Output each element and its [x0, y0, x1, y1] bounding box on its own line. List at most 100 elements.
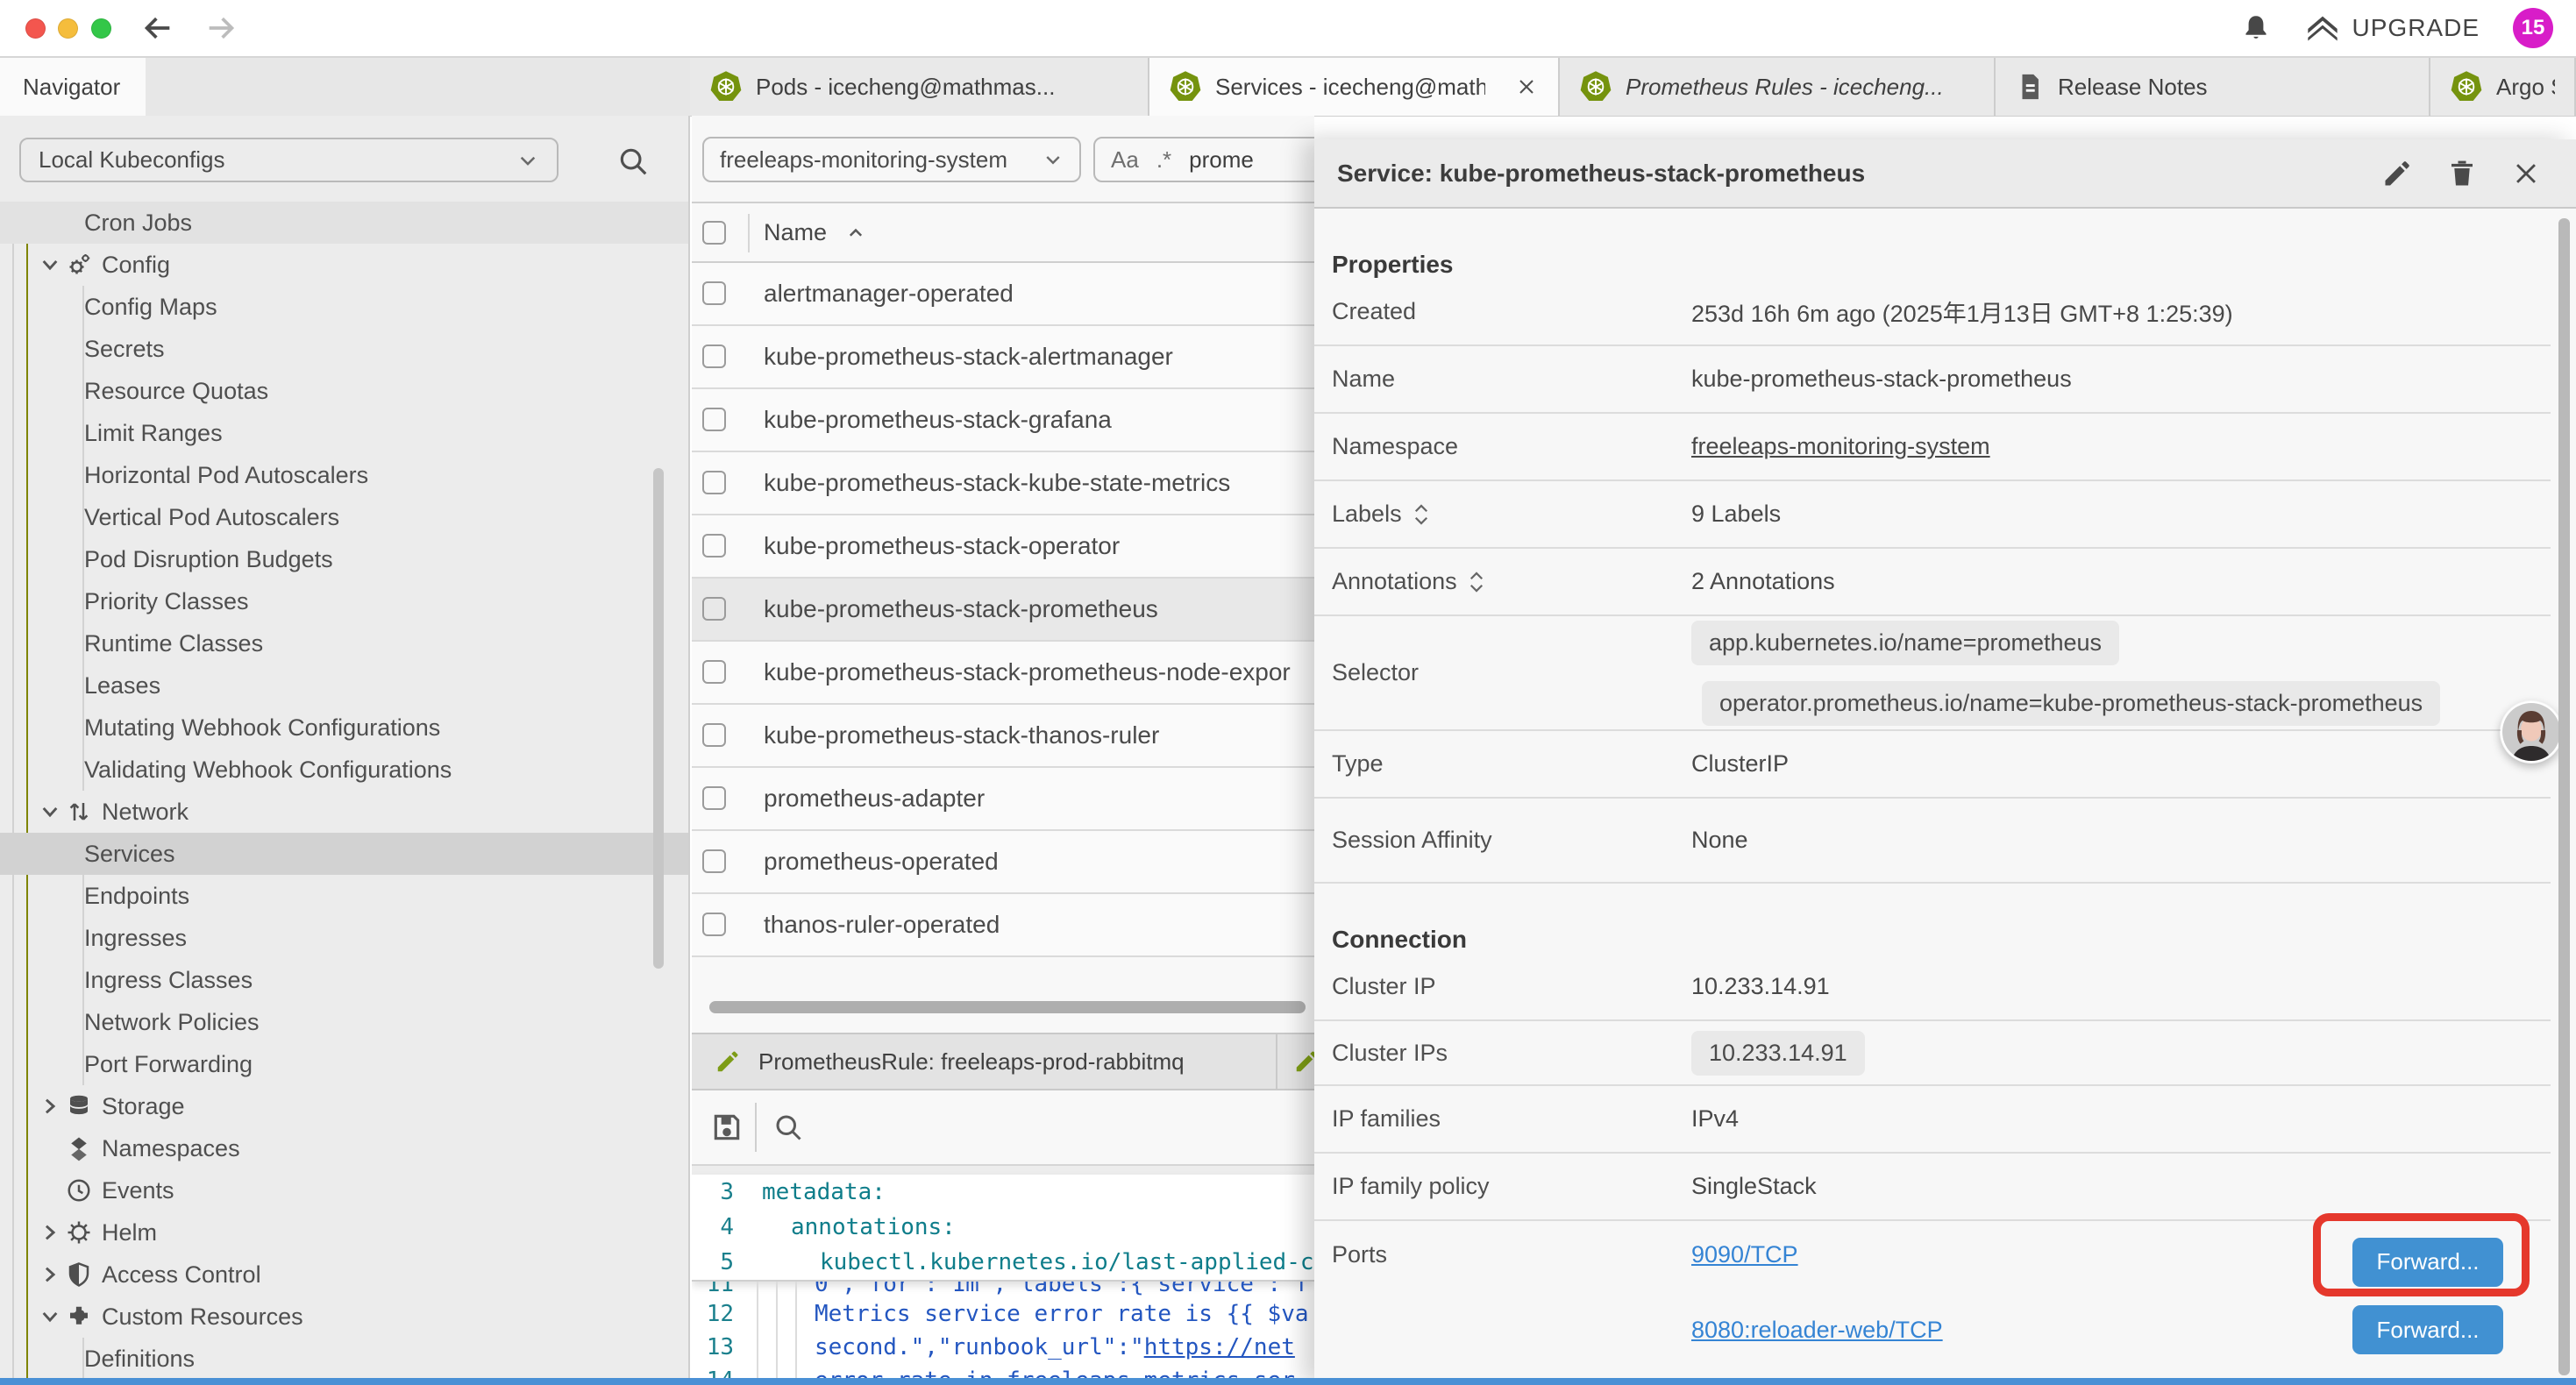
tab-prometheus-rules-icecheng[interactable]: Prometheus Rules - icecheng...	[1560, 58, 1996, 116]
sidebar-item-resource-quotas[interactable]: Resource Quotas	[0, 370, 690, 412]
row-checkbox[interactable]	[702, 660, 726, 684]
chevron-down-icon[interactable]	[39, 800, 61, 823]
column-header-name[interactable]: Name	[764, 219, 827, 246]
table-row[interactable]: kube-prometheus-stack-kube-state-metrics	[692, 452, 1314, 515]
notification-badge[interactable]: 15	[2513, 8, 2553, 48]
table-row[interactable]: kube-prometheus-stack-thanos-ruler	[692, 705, 1314, 768]
sidebar-item-custom-resources[interactable]: Custom Resources	[0, 1296, 690, 1338]
close-icon[interactable]	[1514, 75, 1539, 99]
row-checkbox[interactable]	[702, 786, 726, 810]
regex-toggle[interactable]: .*	[1156, 146, 1171, 174]
sidebar-item-cron-jobs[interactable]: Cron Jobs	[0, 202, 690, 244]
sidebar-item-ingresses[interactable]: Ingresses	[0, 917, 690, 959]
table-row[interactable]: kube-prometheus-stack-alertmanager	[692, 326, 1314, 389]
port-link[interactable]: 8080:reloader-web/TCP	[1691, 1317, 1943, 1344]
port-link[interactable]: 9090/TCP	[1691, 1241, 1798, 1268]
window-minimize-button[interactable]	[58, 18, 78, 39]
row-checkbox[interactable]	[702, 913, 726, 936]
row-checkbox[interactable]	[702, 408, 726, 431]
sidebar-item-access-control[interactable]: Access Control	[0, 1254, 690, 1296]
tab-release-notes[interactable]: Release Notes	[1996, 58, 2430, 116]
select-all-checkbox[interactable]	[702, 221, 726, 245]
sidebar-item-leases[interactable]: Leases	[0, 664, 690, 707]
table-row[interactable]: kube-prometheus-stack-prometheus	[692, 579, 1314, 642]
table-row[interactable]: prometheus-adapter	[692, 768, 1314, 831]
sidebar-item-pod-disruption-budgets[interactable]: Pod Disruption Budgets	[0, 538, 690, 580]
sidebar-item-endpoints[interactable]: Endpoints	[0, 875, 690, 917]
forward-button[interactable]: Forward...	[2352, 1238, 2503, 1287]
resource-search-input[interactable]: Aa .* prome	[1093, 137, 1314, 182]
table-row[interactable]: kube-prometheus-stack-prometheus-node-ex…	[692, 642, 1314, 705]
namespace-selector[interactable]: freeleaps-monitoring-system	[702, 137, 1081, 182]
assistant-avatar[interactable]	[2500, 700, 2563, 764]
save-icon[interactable]	[708, 1108, 746, 1147]
chevron-down-icon[interactable]	[39, 253, 61, 276]
sidebar-item-services[interactable]: Services	[0, 833, 690, 875]
sidebar-item-runtime-classes[interactable]: Runtime Classes	[0, 622, 690, 664]
upgrade-button[interactable]: UPGRADE	[2305, 11, 2480, 46]
chevron-right-icon[interactable]	[39, 1263, 61, 1286]
chevron-right-icon[interactable]	[39, 1221, 61, 1244]
sidebar-item-priority-classes[interactable]: Priority Classes	[0, 580, 690, 622]
row-checkbox[interactable]	[702, 281, 726, 305]
tab-navigator[interactable]: Navigator	[0, 58, 146, 116]
forward-button[interactable]: Forward...	[2352, 1305, 2503, 1354]
row-checkbox[interactable]	[702, 723, 726, 747]
sidebar-search-icon[interactable]	[614, 142, 652, 181]
sidebar-item-events[interactable]: Events	[0, 1169, 690, 1211]
sidebar-item-vertical-pod-autoscalers[interactable]: Vertical Pod Autoscalers	[0, 496, 690, 538]
editor-tab[interactable]: PrometheusRule: freeleaps-prod-rabbitmq	[692, 1034, 1277, 1089]
editor-tab-partial[interactable]	[1279, 1034, 1314, 1089]
tab-argo-se[interactable]: Argo Se	[2430, 58, 2576, 116]
tab-services-icecheng-math[interactable]: Services - icecheng@math...	[1149, 58, 1560, 116]
chevron-updown-icon[interactable]	[1468, 569, 1485, 595]
trash-icon[interactable]	[2446, 158, 2478, 189]
sidebar-item-config-maps[interactable]: Config Maps	[0, 286, 690, 328]
sidebar-item-network-policies[interactable]: Network Policies	[0, 1001, 690, 1043]
sidebar-item-helm[interactable]: Helm	[0, 1211, 690, 1254]
chevron-updown-icon[interactable]	[1413, 501, 1430, 528]
table-row[interactable]: kube-prometheus-stack-grafana	[692, 389, 1314, 452]
table-row[interactable]: kube-prometheus-stack-operator	[692, 515, 1314, 579]
sidebar-item-storage[interactable]: Storage	[0, 1085, 690, 1127]
forward-arrow-icon[interactable]	[203, 11, 238, 46]
chevron-right-icon[interactable]	[39, 1095, 61, 1118]
detail-scrollbar[interactable]	[2558, 218, 2570, 1375]
sidebar-item-ingress-classes[interactable]: Ingress Classes	[0, 959, 690, 1001]
horizontal-scrollbar[interactable]	[709, 1001, 1306, 1013]
edit-pencil-icon[interactable]	[2381, 158, 2413, 189]
sidebar-item-validating-webhook-configurations[interactable]: Validating Webhook Configurations	[0, 749, 690, 791]
row-checkbox[interactable]	[702, 849, 726, 873]
sidebar-item-secrets[interactable]: Secrets	[0, 328, 690, 370]
back-arrow-icon[interactable]	[140, 11, 175, 46]
sidebar-item-port-forwarding[interactable]: Port Forwarding	[0, 1043, 690, 1085]
kubeconfig-selector[interactable]: Local Kubeconfigs	[19, 138, 559, 182]
namespace-link[interactable]: freeleaps-monitoring-system	[1691, 433, 1990, 460]
window-close-button[interactable]	[25, 18, 46, 39]
row-checkbox[interactable]	[702, 534, 726, 558]
sidebar-item-namespaces[interactable]: Namespaces	[0, 1127, 690, 1169]
window-zoom-button[interactable]	[91, 18, 111, 39]
chevron-down-icon[interactable]	[39, 1305, 61, 1328]
sidebar-item-mutating-webhook-configurations[interactable]: Mutating Webhook Configurations	[0, 707, 690, 749]
table-row[interactable]: alertmanager-operated	[692, 263, 1314, 326]
close-icon[interactable]	[2511, 159, 2541, 188]
editor-search-icon[interactable]	[769, 1108, 808, 1147]
row-checkbox[interactable]	[702, 471, 726, 494]
match-case-toggle[interactable]: Aa	[1111, 146, 1139, 174]
sort-asc-icon[interactable]	[846, 224, 865, 243]
bell-icon[interactable]	[2240, 12, 2272, 44]
row-checkbox[interactable]	[702, 597, 726, 621]
sidebar-item-limit-ranges[interactable]: Limit Ranges	[0, 412, 690, 454]
table-row[interactable]: thanos-ruler-operated	[692, 894, 1314, 957]
tab-pods-icecheng-mathmas[interactable]: Pods - icecheng@mathmas...	[690, 58, 1149, 116]
sidebar-scrollbar[interactable]	[653, 468, 664, 969]
sidebar-item-network[interactable]: Network	[0, 791, 690, 833]
yaml-editor[interactable]: 3metadata:4annotations:5kubectl.kubernet…	[692, 1166, 1314, 1385]
sidebar-item-horizontal-pod-autoscalers[interactable]: Horizontal Pod Autoscalers	[0, 454, 690, 496]
sidebar-item-definitions[interactable]: Definitions	[0, 1338, 690, 1380]
code-link[interactable]: https://net	[1144, 1334, 1295, 1360]
table-row[interactable]: prometheus-operated	[692, 831, 1314, 894]
row-checkbox[interactable]	[702, 344, 726, 368]
sidebar-item-config[interactable]: Config	[0, 244, 690, 286]
